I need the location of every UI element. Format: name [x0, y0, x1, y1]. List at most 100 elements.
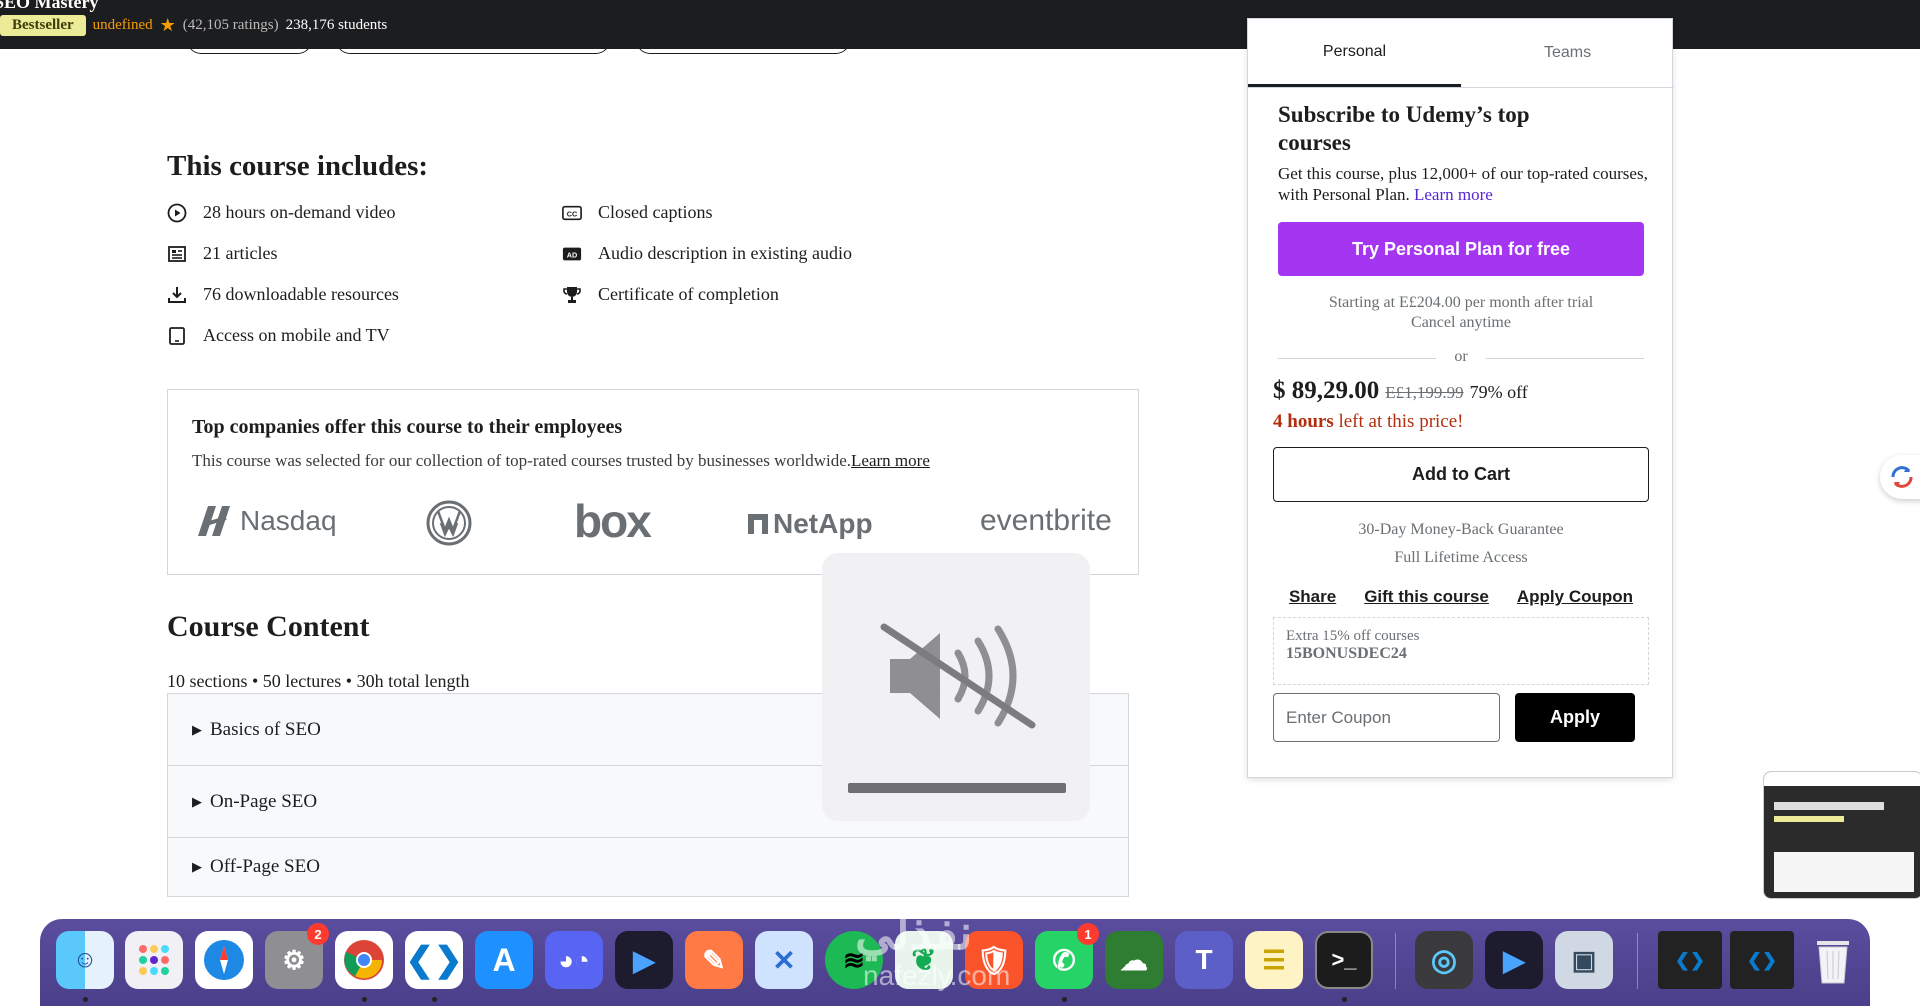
pages-icon[interactable]: ✎ — [685, 931, 743, 989]
companies-title: Top companies offer this course to their… — [192, 416, 623, 438]
companies-description: This course was selected for our collect… — [192, 451, 930, 471]
purchase-card: Personal Teams Subscribe to Udemy’s top … — [1247, 18, 1674, 778]
header-action-button-2[interactable] — [336, 40, 610, 54]
video-player-2-icon[interactable]: ▶ — [1485, 931, 1543, 989]
teams-icon[interactable]: T — [1175, 931, 1233, 989]
gift-course-link[interactable]: Gift this course — [1364, 587, 1489, 607]
price-row: $ 89,29.00 E£1,199.99 79% off — [1273, 377, 1528, 405]
closed-captions-icon: CC — [562, 203, 582, 223]
bestseller-badge: Bestseller — [0, 15, 86, 36]
settings-badge: 2 — [307, 923, 329, 945]
running-indicator — [1062, 997, 1067, 1002]
rating-value: undefined — [92, 17, 153, 33]
coupon-code: 15BONUSDEC24 — [1286, 645, 1407, 662]
thumbnail-badge — [1774, 816, 1844, 822]
eventbrite-logo: eventbrite — [980, 504, 1112, 537]
whatsapp-icon[interactable]: ✆ 1 — [1035, 923, 1099, 989]
cleanshot-icon[interactable]: ☁ — [1105, 931, 1163, 989]
include-item-mobile: Access on mobile and TV — [167, 325, 390, 346]
article-icon — [167, 244, 187, 264]
floating-sync-button[interactable] — [1880, 455, 1920, 499]
include-item-captions: CC Closed captions — [562, 202, 713, 223]
system-settings-icon[interactable]: ⚙ 2 — [265, 923, 329, 989]
chrome-icon[interactable] — [335, 931, 393, 989]
box-logo: box — [574, 495, 652, 547]
apply-coupon-link[interactable]: Apply Coupon — [1517, 587, 1633, 607]
money-back-guarantee: 30-Day Money-Back Guarantee — [1358, 521, 1564, 538]
trash-icon[interactable] — [1804, 931, 1862, 989]
include-label: 76 downloadable resources — [203, 284, 399, 304]
personal-plan-learn-more-link[interactable]: Learn more — [1414, 185, 1493, 204]
mobile-icon — [167, 326, 187, 346]
dock-separator — [1395, 933, 1396, 989]
chrome-logo-icon — [344, 940, 384, 980]
screenshot-thumbnail[interactable] — [1763, 771, 1920, 899]
course-content-meta: 10 sections • 50 lectures • 30h total le… — [167, 671, 470, 691]
vscode-icon[interactable]: ❮❯ — [405, 931, 463, 989]
ratings-count[interactable]: (42,105 ratings) — [183, 17, 279, 34]
compass-icon — [204, 940, 244, 980]
section-title: On-Page SEO — [210, 790, 318, 812]
speaker-muted-icon — [880, 623, 1036, 729]
watermark-arabic: نفذلي — [855, 907, 973, 960]
volkswagen-icon — [426, 500, 472, 546]
add-to-cart-button[interactable]: Add to Cart — [1273, 447, 1649, 502]
download-icon — [167, 285, 187, 305]
section-off-page-seo[interactable]: ▶ Off-Page SEO — [167, 837, 1129, 897]
include-label: Closed captions — [598, 202, 713, 222]
vw-logo — [426, 500, 472, 551]
share-link[interactable]: Share — [1289, 587, 1336, 607]
nafezly-watermark: نفذلي nafezly.com — [855, 905, 1010, 991]
finder-icon[interactable]: ☺ — [56, 931, 114, 989]
header-action-button-1[interactable] — [187, 40, 312, 54]
students-count: 238,176 students — [285, 17, 388, 33]
header-action-button-3[interactable] — [636, 40, 850, 54]
netapp-mark-icon — [748, 514, 768, 534]
applied-coupon-box: Extra 15% off courses 15BONUSDEC24 — [1273, 617, 1649, 685]
course-title: SEO Mastery — [0, 0, 99, 12]
gear-icon: ⚙ — [282, 944, 306, 975]
grid-icon — [139, 945, 169, 975]
safari-icon[interactable] — [195, 931, 253, 989]
card-action-links: Share Gift this course Apply Coupon — [1273, 587, 1649, 607]
app-store-icon[interactable]: A — [475, 931, 533, 989]
try-personal-plan-button[interactable]: Try Personal Plan for free — [1278, 222, 1644, 276]
svg-text:AD: AD — [567, 250, 578, 259]
notes-icon[interactable]: ☰ — [1245, 931, 1303, 989]
apply-coupon-button[interactable]: Apply — [1515, 693, 1635, 742]
running-indicator — [432, 997, 437, 1002]
minimized-window-1[interactable]: ❮❯ — [1658, 931, 1722, 989]
preview-icon[interactable]: ▣ — [1555, 931, 1613, 989]
launchpad-icon[interactable] — [125, 931, 183, 989]
include-label: Audio description in existing audio — [598, 243, 852, 263]
section-title: Off-Page SEO — [210, 856, 320, 877]
or-text: or — [1454, 348, 1468, 365]
tab-teams[interactable]: Teams — [1461, 19, 1674, 87]
lifetime-access-note: Full Lifetime Access — [1394, 549, 1528, 566]
nasdaq-wordmark: Nasdaq — [240, 505, 337, 536]
nasdaq-mark-icon — [198, 506, 230, 536]
discord-icon[interactable]: ◕◔ — [545, 931, 603, 989]
video-player-icon[interactable]: ▶ — [615, 931, 673, 989]
include-label: Certificate of completion — [598, 284, 779, 304]
current-price: $ 89,29.00 — [1273, 377, 1380, 404]
whatsapp-badge: 1 — [1077, 923, 1099, 945]
expand-triangle-icon: ▶ — [192, 793, 202, 809]
star-icon: ★ — [159, 15, 176, 35]
original-price: E£1,199.99 — [1385, 383, 1464, 402]
tab-personal[interactable]: Personal — [1248, 19, 1461, 87]
running-indicator — [83, 997, 88, 1002]
volume-muted-overlay — [822, 553, 1090, 821]
svg-text:CC: CC — [567, 209, 578, 218]
coupon-input[interactable]: Enter Coupon — [1273, 693, 1500, 742]
include-label: Access on mobile and TV — [203, 325, 390, 345]
thumbnail-content — [1774, 852, 1914, 892]
quicktime-icon[interactable]: ◎ — [1415, 931, 1473, 989]
helper-app-icon[interactable]: ✕ — [755, 931, 813, 989]
coupon-note: Extra 15% off courses — [1286, 628, 1420, 644]
course-content-title: Course Content — [167, 610, 370, 643]
trash-can-icon — [1817, 941, 1849, 984]
minimized-window-2[interactable]: ❮❯ — [1730, 931, 1794, 989]
terminal-icon[interactable]: >_ — [1315, 931, 1373, 989]
companies-learn-more-link[interactable]: Learn more — [851, 451, 930, 470]
